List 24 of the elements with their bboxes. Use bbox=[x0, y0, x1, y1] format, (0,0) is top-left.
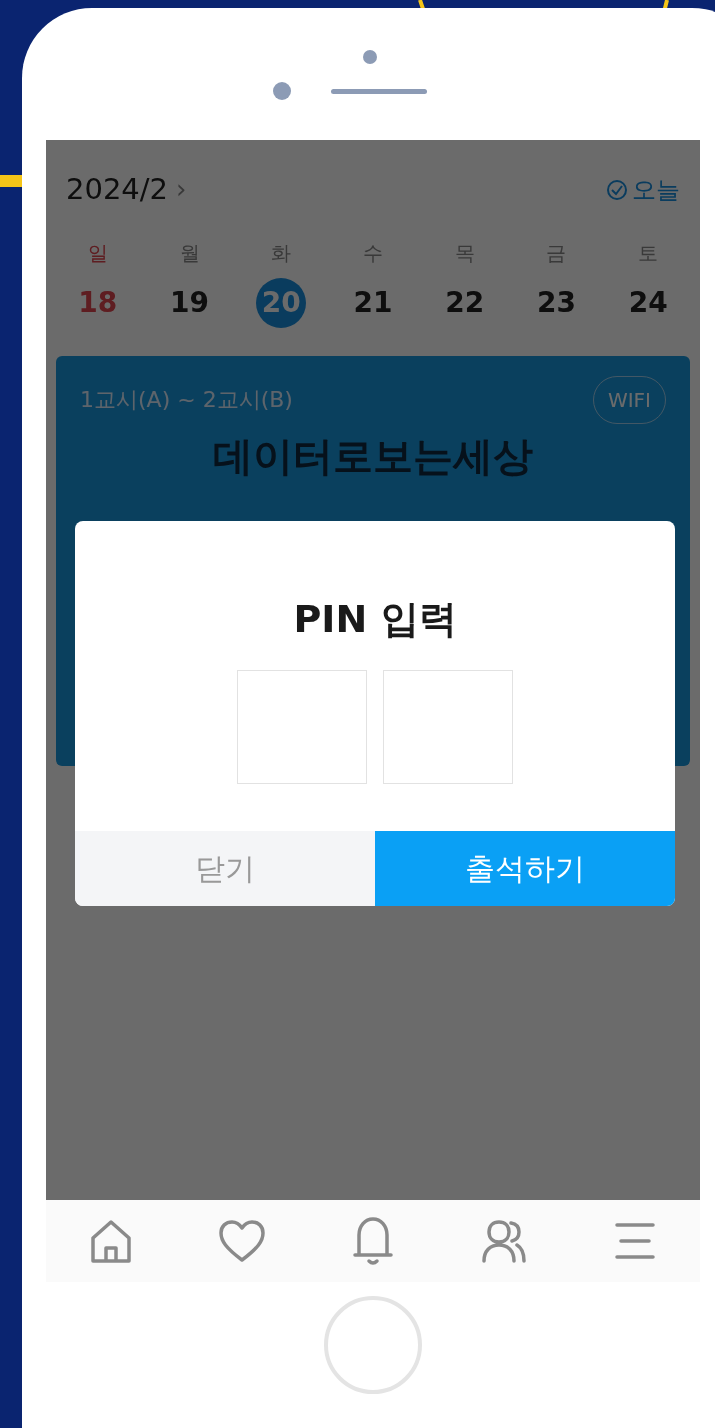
class-title: 데이터로보는세상 bbox=[212, 431, 534, 481]
heart-icon[interactable] bbox=[218, 1219, 267, 1263]
date-cell[interactable]: 21 bbox=[353, 283, 393, 322]
period-label: 1교시(A) ~ 2교시(B) bbox=[80, 386, 293, 414]
date-cell[interactable]: 19 bbox=[170, 283, 210, 322]
dialog-title: PIN 입력 bbox=[292, 596, 458, 643]
bell-icon[interactable] bbox=[351, 1215, 395, 1267]
pin-input-field[interactable] bbox=[237, 670, 367, 784]
weekday-label: 일 bbox=[87, 239, 108, 267]
date-cell[interactable]: 24 bbox=[628, 283, 668, 322]
chevron-icon[interactable]: › bbox=[176, 170, 187, 210]
close-button[interactable]: 닫기 bbox=[75, 831, 375, 906]
pin-input-field[interactable] bbox=[383, 670, 513, 784]
date-cell[interactable]: 23 bbox=[536, 283, 576, 322]
check-circle-icon bbox=[606, 178, 628, 201]
date-cell[interactable]: 20 bbox=[256, 277, 307, 328]
attend-button[interactable]: 출석하기 bbox=[375, 831, 675, 906]
menu-icon[interactable] bbox=[612, 1221, 657, 1261]
people-icon[interactable] bbox=[480, 1218, 527, 1264]
home-icon[interactable] bbox=[89, 1218, 134, 1264]
month-label[interactable]: 2024/2 bbox=[66, 168, 169, 212]
date-cell[interactable]: 18 bbox=[78, 283, 118, 322]
date-cell[interactable]: 22 bbox=[445, 283, 485, 322]
today-button[interactable]: 오늘 bbox=[606, 171, 680, 208]
